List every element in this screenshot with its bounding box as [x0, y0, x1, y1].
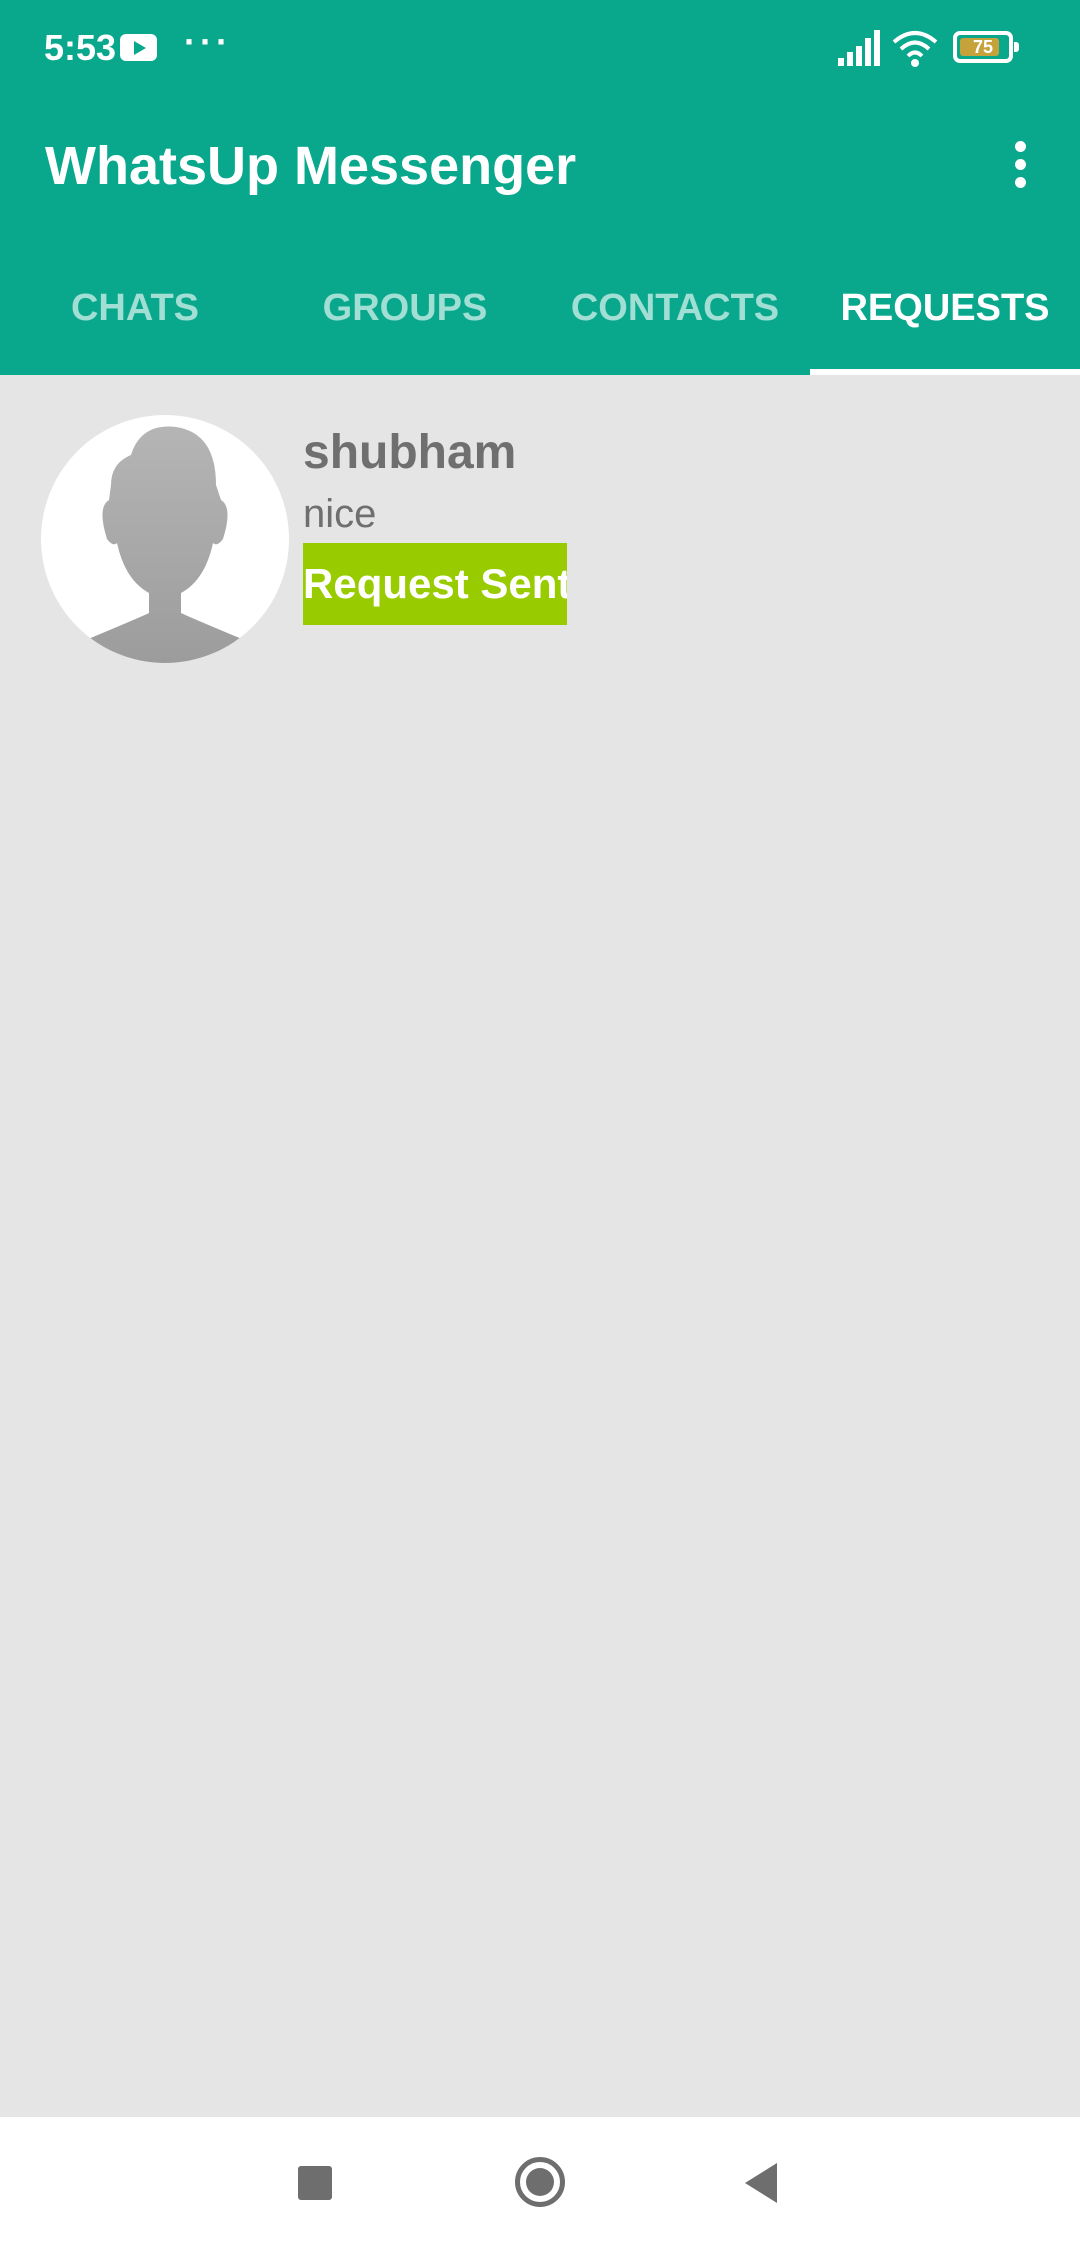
home-icon[interactable]: [515, 2157, 565, 2207]
contact-name: shubham: [303, 426, 517, 479]
request-item[interactable]: shubham nice Request Sent: [0, 375, 1080, 675]
battery-icon: 75: [953, 31, 1019, 63]
status-bar: 5:53 ··· 75: [0, 0, 1080, 95]
status-time: 5:53: [44, 27, 117, 68]
more-vert-icon[interactable]: [1000, 135, 1040, 195]
wifi-icon: [892, 31, 938, 67]
youtube-icon: [120, 34, 157, 61]
tab-bar: CHATS GROUPS CONTACTS REQUESTS: [0, 242, 1080, 375]
back-icon[interactable]: [745, 2163, 777, 2203]
navigation-bar: [0, 2117, 1080, 2246]
signal-icon: [838, 30, 880, 66]
tab-contacts[interactable]: CONTACTS: [540, 242, 810, 375]
recent-apps-icon[interactable]: [298, 2166, 332, 2200]
more-dots-icon: ···: [184, 21, 232, 62]
avatar[interactable]: [41, 415, 289, 663]
battery-level: 75: [972, 37, 994, 57]
requests-list: shubham nice Request Sent: [0, 375, 1080, 2117]
tab-chats[interactable]: CHATS: [0, 242, 270, 375]
tab-groups[interactable]: GROUPS: [270, 242, 540, 375]
contact-status: nice: [303, 492, 377, 536]
app-title: WhatsUp Messenger: [45, 136, 577, 196]
app-bar: WhatsUp Messenger: [0, 95, 1080, 242]
default-profile-avatar-icon: [60, 426, 270, 663]
request-sent-button[interactable]: Request Sent: [303, 543, 567, 625]
tab-requests[interactable]: REQUESTS: [810, 242, 1080, 375]
